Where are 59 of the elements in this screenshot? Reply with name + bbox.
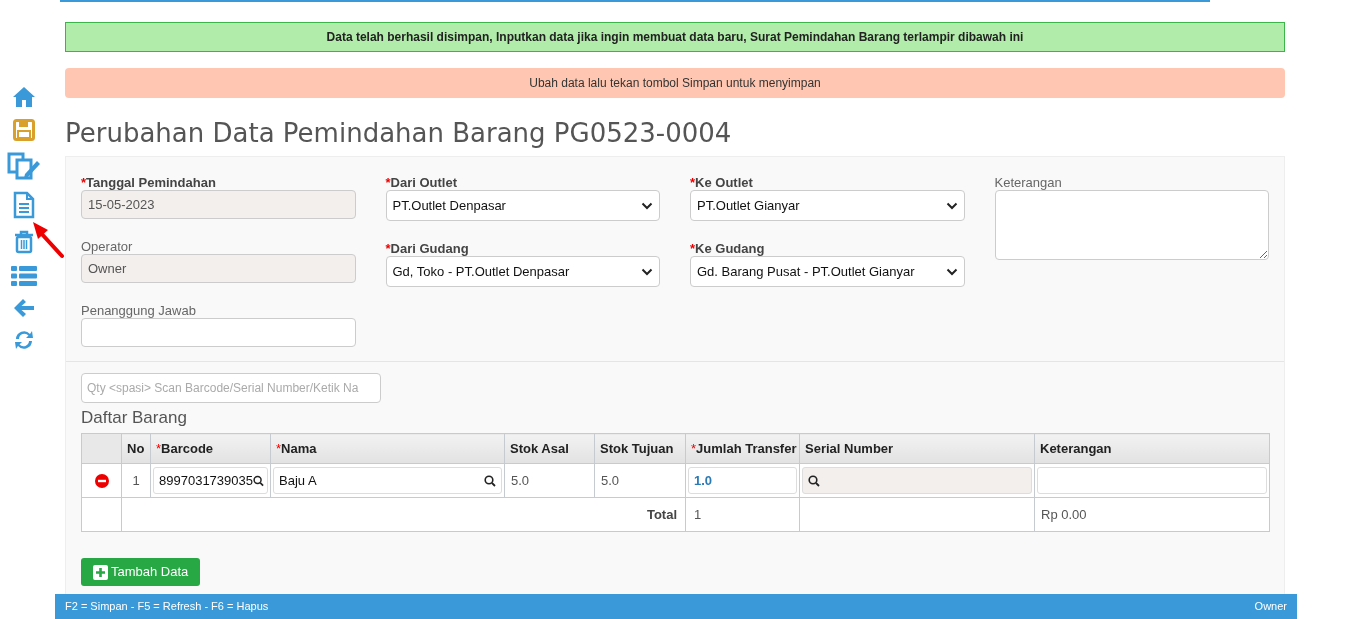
column-header: Stok Asal (504, 433, 595, 464)
shortcut-hint: F2 = Simpan - F5 = Refresh - F6 = Hapus (65, 599, 269, 615)
column-header: No (121, 433, 151, 464)
field-label: *Ke Outlet (690, 175, 754, 190)
column-header: Keterangan (1034, 433, 1270, 464)
scan-field[interactable]: Qty <spasi> Scan Barcode/Serial Number/Ketik Na (81, 373, 381, 403)
column-header: *Jumlah Transfer (685, 433, 800, 464)
list-icon[interactable] (11, 265, 37, 287)
dropdown[interactable]: Gd, Toko - PT.Outlet Denpasar (385, 256, 660, 287)
dropdown[interactable]: Gd. Barang Pusat - PT.Outlet Gianyar (690, 256, 965, 287)
readonly-field: 15-05-2023 (81, 190, 356, 219)
column-header: Stok Tujuan (594, 433, 686, 464)
quantity-field[interactable]: 1.0 (688, 467, 797, 494)
column-header: *Barcode (150, 433, 271, 464)
chevron-down-icon[interactable] (945, 201, 958, 210)
table-cell: 5.0 (594, 463, 686, 498)
field-label: *Tanggal Pemindahan (81, 175, 217, 190)
text-field[interactable] (81, 318, 356, 347)
plus-icon (93, 564, 108, 580)
notes-field[interactable] (994, 190, 1269, 260)
total-label: Total (646, 506, 677, 522)
field-label: Penanggung Jawab (81, 303, 197, 318)
chevron-down-icon[interactable] (945, 267, 958, 276)
success-alert: Data telah berhasil disimpan, Inputkan data jika ingin membuat data baru, Surat Pemindahan Barang terlampir dibawah ini (65, 22, 1285, 52)
back-arrow-icon[interactable] (13, 298, 35, 318)
refresh-icon[interactable] (13, 329, 35, 351)
page-title: Perubahan Data Pemindahan Barang PG0523-0004 (65, 117, 733, 150)
floppy-disk-icon[interactable] (13, 119, 35, 141)
notes-field[interactable] (1037, 467, 1267, 494)
chevron-down-icon[interactable] (641, 201, 653, 210)
annotation-arrow (30, 220, 66, 260)
search-icon[interactable] (253, 474, 264, 487)
field-label: *Dari Gudang (385, 241, 470, 256)
table-cell: 5.0 (504, 463, 595, 498)
dropdown[interactable]: PT.Outlet Denpasar (385, 190, 660, 221)
table-cell: Rp 0.00 (1034, 497, 1270, 532)
chevron-down-icon[interactable] (641, 267, 653, 276)
table-cell: 1 (685, 497, 800, 532)
barcode-field[interactable]: 8997031739035 (153, 467, 268, 494)
field-label: Keterangan (994, 175, 1063, 190)
document-icon[interactable] (13, 191, 35, 219)
field-label: Operator (81, 239, 134, 254)
serial-number-field[interactable] (802, 467, 1032, 494)
column-header: Serial Number (799, 433, 1035, 464)
search-icon[interactable] (808, 474, 820, 487)
warning-alert: Ubah data lalu tekan tombol Simpan untuk menyimpan (65, 68, 1285, 98)
user-name: Owner (1254, 599, 1287, 615)
trash-icon[interactable] (14, 230, 34, 254)
edit-document-icon[interactable] (7, 152, 41, 180)
field-label: *Ke Gudang (690, 241, 766, 256)
name-field[interactable]: Baju A (273, 467, 502, 494)
section-title: Daftar Barang (81, 407, 188, 429)
column-header: *Nama (270, 433, 505, 464)
field-label: *Dari Outlet (385, 175, 459, 190)
home-icon[interactable] (12, 86, 36, 108)
readonly-field: Owner (81, 254, 356, 283)
search-icon[interactable] (484, 474, 496, 487)
dropdown[interactable]: PT.Outlet Gianyar (690, 190, 965, 221)
remove-icon[interactable] (94, 474, 109, 489)
